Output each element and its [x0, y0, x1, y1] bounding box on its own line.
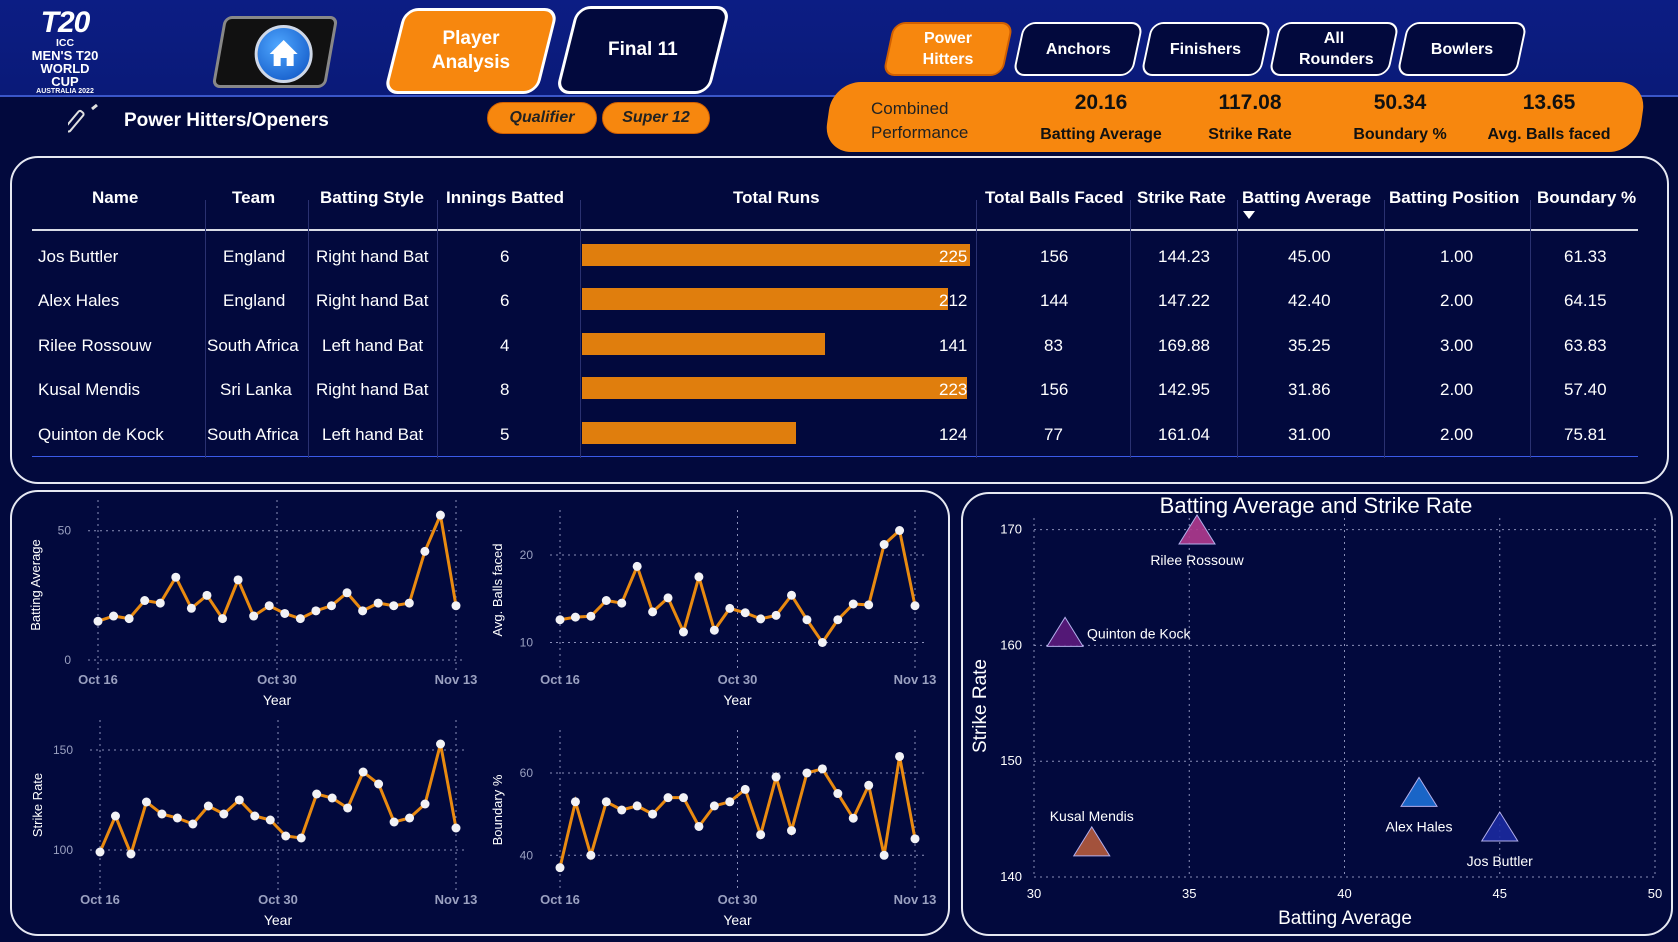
scatter-point — [1400, 776, 1438, 807]
scatter-point-label: Quinton de Kock — [1087, 625, 1192, 641]
y-tick-label: 170 — [1000, 522, 1022, 537]
y-tick-label: 140 — [1000, 869, 1022, 884]
scatter-chart-svg: Batting Average and Strike Rate 30 35 40 45 5… — [970, 493, 1662, 929]
scatter-title: Batting Average and Strike Rate — [1160, 493, 1473, 518]
x-tick-label: 30 — [1027, 886, 1041, 901]
scatter-point — [1480, 811, 1519, 842]
scatter-point — [1046, 616, 1084, 647]
x-tick-label: 45 — [1493, 886, 1507, 901]
x-tick-label: 35 — [1182, 886, 1196, 901]
y-axis-title: Strike Rate — [970, 659, 991, 753]
scatter-point-label: Jos Buttler — [1467, 853, 1533, 869]
scatter-point-label: Rilee Rossouw — [1150, 552, 1244, 568]
x-tick-label: 50 — [1648, 886, 1662, 901]
y-tick-label: 150 — [1000, 753, 1022, 768]
x-tick-label: 40 — [1337, 886, 1351, 901]
scatter-point — [1072, 825, 1111, 857]
x-axis-title: Batting Average — [1278, 908, 1412, 929]
scatter-point-label: Kusal Mendis — [1050, 808, 1134, 824]
scatter-point-label: Alex Hales — [1386, 818, 1453, 834]
y-tick-label: 160 — [1000, 637, 1022, 652]
